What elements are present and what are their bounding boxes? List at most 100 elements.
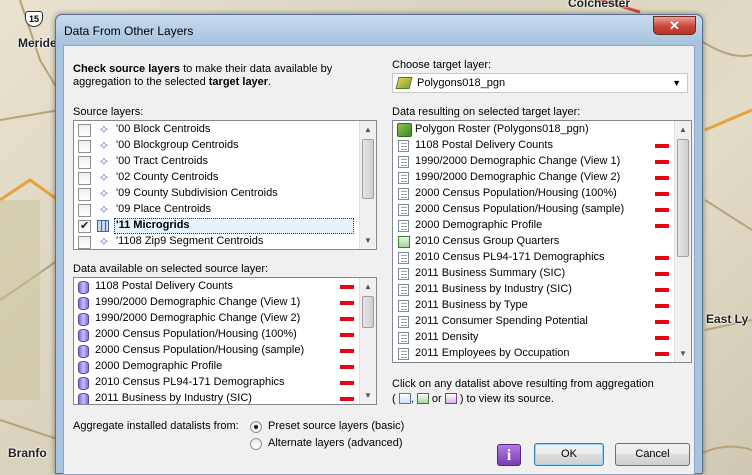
- source-layer-row[interactable]: ✧ '09 Place Centroids: [74, 202, 376, 218]
- result-data-row[interactable]: 1108 Postal Delivery Counts: [393, 138, 691, 154]
- doc-icon: [398, 284, 409, 296]
- source-data-label: 2000 Census Population/Housing (100%): [95, 328, 297, 340]
- layer-checkbox[interactable]: [78, 236, 91, 249]
- alternate-layers-radio[interactable]: [250, 438, 262, 450]
- alternate-layers-label[interactable]: Alternate layers (advanced): [268, 437, 403, 449]
- result-data-row[interactable]: 2011 Business by Type: [393, 298, 691, 314]
- source-layer-row[interactable]: ✧ '00 Tract Centroids: [74, 154, 376, 170]
- result-data-scrollbar[interactable]: ▲ ▼: [674, 121, 691, 362]
- remove-dash-icon[interactable]: [655, 272, 669, 276]
- remove-dash-icon[interactable]: [655, 144, 669, 148]
- source-data-row[interactable]: 2011 Business by Industry (SIC): [74, 391, 376, 404]
- scroll-down-icon[interactable]: ▼: [360, 232, 376, 249]
- layer-checkbox[interactable]: [78, 140, 91, 153]
- remove-dash-icon[interactable]: [655, 256, 669, 260]
- result-data-row[interactable]: 2011 Consumer Spending Potential: [393, 314, 691, 330]
- source-layers-list[interactable]: ✧ '1108 Zip9 Segment Centroids '11 Microgr…: [73, 120, 377, 250]
- target-layer-select[interactable]: Polygons018_pgn ▼: [392, 73, 688, 93]
- source-data-row[interactable]: 1108 Postal Delivery Counts: [74, 279, 376, 295]
- result-data-row[interactable]: Polygon Roster (Polygons018_pgn): [393, 122, 691, 138]
- preset-source-radio[interactable]: [250, 421, 262, 433]
- result-data-label: 2011 Business Summary (SIC): [415, 267, 566, 279]
- layer-checkbox[interactable]: [78, 188, 91, 201]
- scroll-up-icon[interactable]: ▲: [360, 278, 376, 295]
- result-data-row[interactable]: 2011 Density: [393, 330, 691, 346]
- source-layer-label: '00 Block Centroids: [116, 123, 211, 135]
- source-data-label: 2011 Business by Industry (SIC): [95, 392, 252, 404]
- doc-icon: [398, 300, 409, 312]
- layer-checkbox[interactable]: [78, 156, 91, 169]
- remove-dash-icon[interactable]: [655, 176, 669, 180]
- source-layer-row[interactable]: ✧ '00 Blockgroup Centroids: [74, 138, 376, 154]
- source-data-scrollbar[interactable]: ▲ ▼: [359, 278, 376, 404]
- result-data-row[interactable]: 2011 Business by Industry (SIC): [393, 282, 691, 298]
- remove-dash-icon[interactable]: [340, 381, 354, 385]
- source-layer-row[interactable]: '11 Microgrids: [74, 218, 376, 234]
- result-data-row[interactable]: 1990/2000 Demographic Change (View 2): [393, 170, 691, 186]
- scrollbar-thumb[interactable]: [677, 139, 689, 257]
- aggregate-label: Aggregate installed datalists from:: [73, 420, 239, 432]
- close-button[interactable]: ✕: [653, 16, 696, 35]
- info-button[interactable]: i: [497, 444, 521, 466]
- result-data-row[interactable]: 2000 Census Population/Housing (100%): [393, 186, 691, 202]
- result-data-label: 2011 Density: [415, 331, 479, 343]
- source-data-row[interactable]: 1990/2000 Demographic Change (View 1): [74, 295, 376, 311]
- layer-checkbox[interactable]: [78, 124, 91, 137]
- result-data-row[interactable]: 2011 Business Summary (SIC): [393, 266, 691, 282]
- source-layers-scrollbar[interactable]: ▲ ▼: [359, 121, 376, 249]
- result-data-row[interactable]: 2011 Employees by Occupation: [393, 346, 691, 362]
- remove-dash-icon[interactable]: [340, 301, 354, 305]
- remove-dash-icon[interactable]: [655, 192, 669, 196]
- scrollbar-thumb[interactable]: [362, 296, 374, 328]
- source-layer-row[interactable]: ✧ '09 County Subdivision Centroids: [74, 186, 376, 202]
- source-layer-row[interactable]: ✧ '02 County Centroids: [74, 170, 376, 186]
- source-layer-row[interactable]: ✧ '1108 Zip9 Segment Centroids: [74, 234, 376, 249]
- remove-dash-icon[interactable]: [655, 336, 669, 340]
- hint-line-1: Click on any datalist above resulting fr…: [392, 378, 654, 390]
- remove-dash-icon[interactable]: [655, 224, 669, 228]
- remove-dash-icon[interactable]: [655, 320, 669, 324]
- green-datalist-icon: [416, 393, 429, 404]
- preset-source-label[interactable]: Preset source layers (basic): [268, 420, 404, 432]
- result-data-row[interactable]: 2010 Census PL94-171 Demographics: [393, 250, 691, 266]
- result-data-row[interactable]: 1990/2000 Demographic Change (View 1): [393, 154, 691, 170]
- ok-button[interactable]: OK: [534, 443, 604, 466]
- layer-checkbox[interactable]: [78, 219, 91, 233]
- layer-checkbox[interactable]: [78, 172, 91, 185]
- remove-dash-icon[interactable]: [340, 365, 354, 369]
- remove-dash-icon[interactable]: [340, 317, 354, 321]
- remove-dash-icon[interactable]: [655, 304, 669, 308]
- remove-dash-icon[interactable]: [655, 160, 669, 164]
- sum-datalist-icon: [444, 393, 457, 404]
- remove-dash-icon[interactable]: [655, 208, 669, 212]
- result-data-row[interactable]: 2000 Census Population/Housing (sample): [393, 202, 691, 218]
- scrollbar-thumb[interactable]: [362, 139, 374, 199]
- layer-checkbox[interactable]: [78, 204, 91, 217]
- source-data-row[interactable]: 2000 Demographic Profile: [74, 359, 376, 375]
- source-data-row[interactable]: 2000 Census Population/Housing (100%): [74, 327, 376, 343]
- result-data-row[interactable]: 2000 Demographic Profile: [393, 218, 691, 234]
- remove-dash-icon[interactable]: [340, 349, 354, 353]
- source-layer-row[interactable]: ✧ '00 Block Centroids: [74, 122, 376, 138]
- source-data-row[interactable]: 2010 Census PL94-171 Demographics: [74, 375, 376, 391]
- remove-dash-icon[interactable]: [340, 285, 354, 289]
- source-data-row[interactable]: 2000 Census Population/Housing (sample): [74, 343, 376, 359]
- result-data-label: 1990/2000 Demographic Change (View 1): [415, 155, 621, 167]
- chevron-down-icon[interactable]: ▼: [672, 78, 681, 88]
- scroll-down-icon[interactable]: ▼: [675, 345, 691, 362]
- remove-dash-icon[interactable]: [655, 352, 669, 356]
- scroll-down-icon[interactable]: ▼: [360, 387, 376, 404]
- remove-dash-icon[interactable]: [655, 288, 669, 292]
- cancel-button[interactable]: Cancel: [615, 443, 690, 466]
- result-data-row[interactable]: 2010 Census Group Quarters: [393, 234, 691, 250]
- title-bar[interactable]: Data From Other Layers ✕: [56, 15, 702, 45]
- remove-dash-icon[interactable]: [340, 333, 354, 337]
- source-data-list[interactable]: 2011 Business by Industry (SIC) 2010 Cens…: [73, 277, 377, 405]
- remove-dash-icon[interactable]: [340, 397, 354, 401]
- source-data-row[interactable]: 1990/2000 Demographic Change (View 2): [74, 311, 376, 327]
- polygon-layer-icon: [395, 77, 413, 89]
- intro-text: Check source layers to make their data a…: [73, 63, 353, 89]
- result-data-list[interactable]: 2011 Employees by Occupation 2011 Density…: [392, 120, 692, 363]
- scroll-up-icon[interactable]: ▲: [675, 121, 691, 138]
- scroll-up-icon[interactable]: ▲: [360, 121, 376, 138]
